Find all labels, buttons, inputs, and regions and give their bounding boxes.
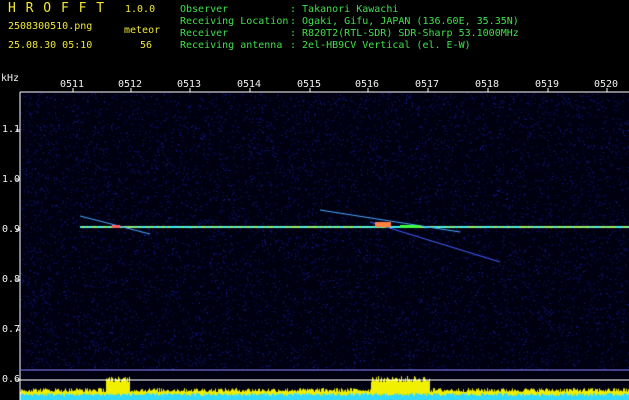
x-tick-label: 0519 (535, 79, 560, 90)
y-tick-label: 0.8 (2, 274, 21, 285)
location-label: Receiving Location (180, 16, 289, 27)
capture-datetime: 25.08.30 05:10 (8, 40, 93, 51)
meteor-count: 56 (140, 40, 153, 51)
antenna-label: Receiving antenna (180, 40, 283, 51)
file-name: 2508300510.png (8, 21, 93, 32)
x-tick-label: 0512 (118, 79, 143, 90)
receiver-label: Receiver (180, 28, 229, 39)
y-tick-label: 0.9 (2, 224, 21, 235)
y-tick-label: 1.1 (2, 124, 21, 135)
x-tick-label: 0511 (60, 79, 85, 90)
app-title: H R O F F T (8, 1, 106, 16)
meteor-label: meteor (124, 25, 161, 36)
y-tick-label: 0.6 (2, 374, 21, 385)
antenna-value: : 2el-HB9CV Vertical (el. E-W) (290, 40, 471, 51)
x-tick-label: 0515 (297, 79, 322, 90)
receiver-value: : R820T2(RTL-SDR) SDR-Sharp 53.1000MHz (290, 28, 519, 39)
spectrogram-canvas (20, 92, 629, 400)
y-tick-label: 0.7 (2, 324, 21, 335)
hrofft-window: H R O F F T 1.0.0 2508300510.png 25.08.3… (0, 0, 629, 400)
y-axis-unit: kHz (1, 73, 20, 84)
x-tick-label: 0514 (237, 79, 262, 90)
x-tick-label: 0513 (177, 79, 202, 90)
x-tick-label: 0517 (415, 79, 440, 90)
app-version: 1.0.0 (125, 4, 156, 15)
x-tick-label: 0520 (594, 79, 619, 90)
x-tick-label: 0516 (355, 79, 380, 90)
observer-label: Observer (180, 4, 229, 15)
location-value: : Ogaki, Gifu, JAPAN (136.60E, 35.35N) (290, 16, 519, 27)
observer-value: : Takanori Kawachi (290, 4, 399, 15)
y-tick-label: 1.0 (2, 174, 21, 185)
x-tick-label: 0518 (475, 79, 500, 90)
